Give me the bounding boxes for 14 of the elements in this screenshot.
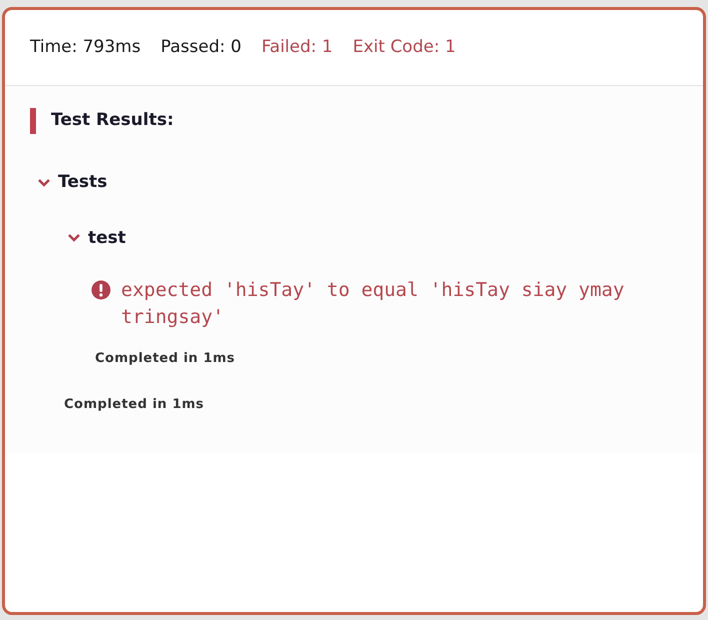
duration-text: Completed in 1ms [64,396,204,414]
chevron-down-icon[interactable] [38,178,50,187]
stat-label: Passed: 0 [160,36,242,59]
tree-item-label[interactable]: test [88,226,126,251]
section-heading: Test Results: [51,109,174,132]
stat-label: Time: 793ms [30,36,141,59]
tree-item-label[interactable]: Tests [58,170,108,196]
accent-bar [30,108,36,134]
stat-label: Failed: 1 [261,36,333,59]
error-icon [91,280,111,300]
chevron-down-icon[interactable] [68,234,80,242]
error-message: expected 'hisTay' to equal 'hisTay siay ymay tringsay' [121,278,626,330]
stat-label: Exit Code: 1 [352,36,456,59]
duration-text: Completed in 1ms [95,350,236,368]
